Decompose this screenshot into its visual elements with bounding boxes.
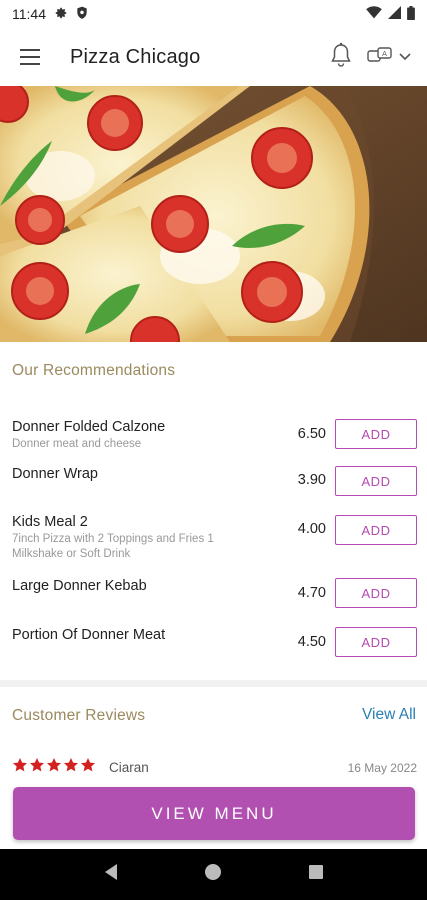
recommendations-section: Our Recommendations Donner Folded Calzon… bbox=[0, 342, 427, 680]
status-bar: 11:44 bbox=[0, 0, 427, 28]
hamburger-menu-icon[interactable] bbox=[20, 43, 48, 71]
recommendations-title: Our Recommendations bbox=[12, 362, 176, 379]
item-price: 3.90 bbox=[297, 472, 326, 488]
add-button[interactable]: ADD bbox=[335, 578, 417, 608]
item-price: 4.00 bbox=[297, 521, 326, 537]
signal-icon bbox=[388, 6, 401, 22]
shield-icon bbox=[76, 6, 88, 23]
app-bar: Pizza Chicago A bbox=[0, 28, 427, 86]
menu-item: Donner Folded Calzone Donner meat and ch… bbox=[12, 419, 417, 452]
add-button[interactable]: ADD bbox=[335, 515, 417, 545]
hero-image bbox=[0, 86, 427, 342]
menu-item: Large Donner Kebab 4.70 ADD bbox=[12, 578, 417, 608]
menu-item: Portion Of Donner Meat 4.50 ADD bbox=[12, 627, 417, 657]
review-date: 16 May 2022 bbox=[347, 761, 417, 775]
page-title: Pizza Chicago bbox=[70, 45, 201, 68]
gear-icon bbox=[54, 6, 68, 23]
wifi-icon bbox=[366, 6, 382, 22]
menu-item: Kids Meal 2 7inch Pizza with 2 Toppings … bbox=[12, 514, 417, 562]
back-icon[interactable] bbox=[103, 863, 119, 886]
pizza-photo bbox=[0, 86, 427, 342]
menu-item: Donner Wrap 3.90 ADD bbox=[12, 466, 417, 496]
item-description: Donner meat and cheese bbox=[12, 438, 142, 450]
item-description: 7inch Pizza with 2 Toppings and Fries 1 … bbox=[12, 533, 214, 560]
item-price: 6.50 bbox=[297, 426, 326, 442]
add-button[interactable]: ADD bbox=[335, 627, 417, 657]
bell-icon[interactable] bbox=[329, 42, 353, 73]
add-button[interactable]: ADD bbox=[335, 466, 417, 496]
star-icon bbox=[81, 758, 95, 772]
star-icon bbox=[13, 758, 27, 772]
section-divider bbox=[0, 680, 427, 687]
language-selector[interactable]: A bbox=[367, 45, 411, 70]
star-rating bbox=[12, 757, 96, 773]
chevron-down-icon bbox=[399, 48, 411, 66]
home-icon[interactable] bbox=[204, 863, 222, 886]
view-all-link[interactable]: View All bbox=[362, 706, 416, 724]
system-nav-bar bbox=[0, 849, 427, 900]
reviews-title: Customer Reviews bbox=[12, 707, 146, 724]
star-icon bbox=[47, 758, 61, 772]
star-icon bbox=[64, 758, 78, 772]
status-time: 11:44 bbox=[12, 6, 46, 22]
view-menu-button[interactable]: VIEW MENU bbox=[13, 787, 415, 840]
item-price: 4.50 bbox=[297, 634, 326, 650]
reviewer-name: Ciaran bbox=[109, 760, 149, 775]
battery-icon bbox=[407, 5, 415, 23]
review-item: Ciaran 16 May 2022 bbox=[12, 757, 417, 777]
star-icon bbox=[30, 758, 44, 772]
add-button[interactable]: ADD bbox=[335, 419, 417, 449]
recents-icon[interactable] bbox=[308, 864, 324, 885]
language-icon: A bbox=[367, 45, 393, 70]
item-price: 4.70 bbox=[297, 585, 326, 601]
svg-text:A: A bbox=[382, 50, 387, 58]
